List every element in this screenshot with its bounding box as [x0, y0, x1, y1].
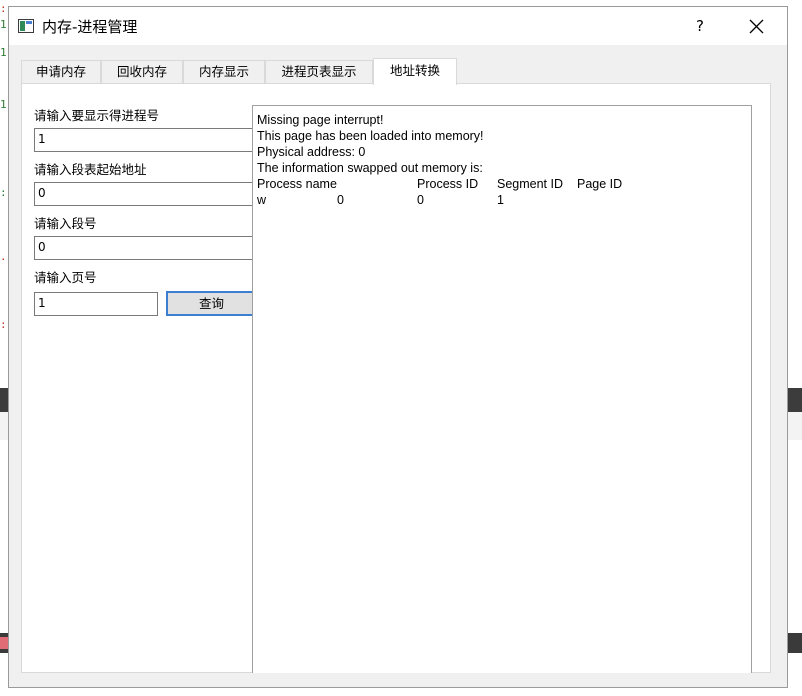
cell-process-id: 0: [337, 193, 344, 207]
tab-page-table-display[interactable]: 进程页表显示: [265, 60, 373, 83]
output-header-row: Process name Process ID Segment ID Page …: [257, 176, 747, 192]
close-icon: [749, 19, 764, 34]
segment-table-start-input[interactable]: 0: [34, 182, 258, 206]
title-bar[interactable]: 内存-进程管理 ?: [9, 7, 787, 45]
help-button[interactable]: ?: [685, 13, 715, 39]
app-icon: [18, 19, 34, 33]
output-line: Physical address: 0: [257, 145, 366, 159]
header-segment-id: Segment ID: [497, 177, 564, 191]
close-button[interactable]: [737, 11, 777, 41]
background-red-marker: [0, 637, 8, 649]
header-page-id: Page ID: [577, 177, 623, 191]
output-line: Missing page interrupt!: [257, 113, 384, 127]
cell-page-id: 1: [497, 193, 504, 207]
tab-memory-display[interactable]: 内存显示: [183, 60, 265, 83]
segment-number-label: 请输入段号: [34, 216, 97, 231]
query-button[interactable]: 查询: [166, 291, 257, 316]
result-output-area[interactable]: Missing page interrupt! This page has be…: [252, 105, 752, 673]
window-title: 内存-进程管理: [42, 18, 138, 36]
process-id-label: 请输入要显示得进程号: [34, 108, 160, 123]
cell-process-name: w: [257, 193, 267, 207]
cell-segment-id: 0: [417, 193, 424, 207]
segment-number-input[interactable]: 0: [34, 236, 258, 260]
header-process-id: Process ID: [417, 177, 479, 191]
tab-apply-memory[interactable]: 申请内存: [21, 60, 101, 83]
process-id-input[interactable]: 1: [34, 128, 258, 152]
tab-address-translation[interactable]: 地址转换: [373, 58, 457, 85]
page-number-label: 请输入页号: [34, 270, 97, 285]
output-line: The information swapped out memory is:: [257, 161, 483, 175]
page-number-input[interactable]: 1: [34, 292, 158, 316]
header-process-name: Process name: [257, 177, 337, 191]
tab-reclaim-memory[interactable]: 回收内存: [101, 60, 183, 83]
segment-table-start-label: 请输入段表起始地址: [34, 162, 147, 177]
dialog-window: 内存-进程管理 ? 申请内存 回收内存 内存显示 进程页表显示 地址转换 请输入…: [8, 6, 788, 688]
output-line: This page has been loaded into memory!: [257, 129, 484, 143]
output-data-row: w 0 0 1: [257, 192, 747, 208]
